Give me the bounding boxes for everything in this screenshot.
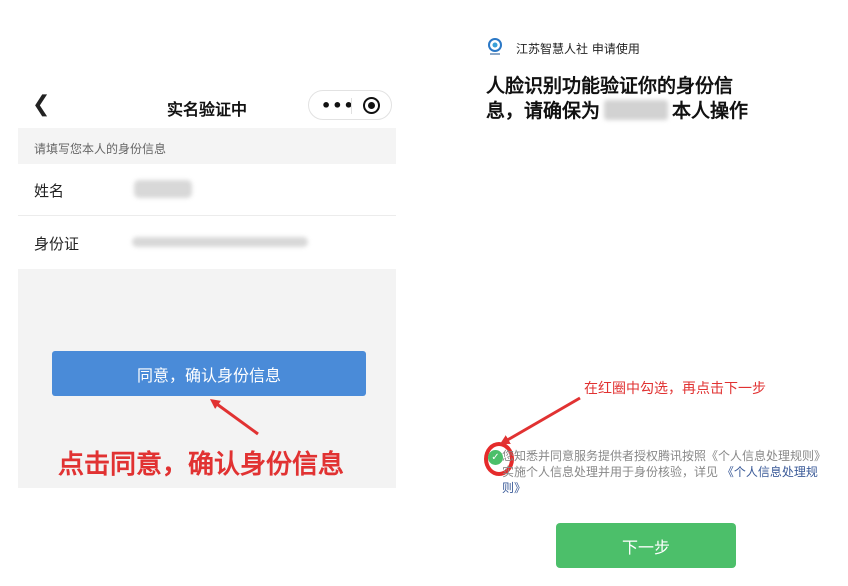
hint-band: 请填写您本人的身份信息 xyxy=(18,128,396,164)
mini-program-capsule: ••• xyxy=(308,90,392,120)
app-logo-icon xyxy=(488,38,502,55)
instruction-caption: 点击同意，确认身份信息 xyxy=(58,450,345,480)
consent-row: ✓ 您知悉并同意服务提供者授权腾讯按照《个人信息处理规则》实施个人信息处理并用于… xyxy=(484,440,824,500)
capsule-divider xyxy=(351,98,352,114)
more-dots-icon[interactable]: ••• xyxy=(321,96,355,115)
title-line-1: 人脸识别功能验证你的身份信 xyxy=(486,75,734,97)
id-field-label: 身份证 xyxy=(34,235,80,253)
name-redacted xyxy=(604,100,669,120)
id-field-row[interactable]: 身份证 xyxy=(18,217,396,269)
screenshot-stage: ❮ 实名验证中 ••• 请填写您本人的身份信息 姓名 身份证 同意，确认身份信息… xyxy=(0,0,848,586)
confirm-identity-button[interactable]: 同意，确认身份信息 xyxy=(52,351,366,396)
title-line-2: 息，请确保为 本人操作 xyxy=(486,99,748,124)
hint-text: 请填写您本人的身份信息 xyxy=(34,142,167,156)
name-field-label: 姓名 xyxy=(34,182,65,200)
consent-text: 您知悉并同意服务提供者授权腾讯按照《个人信息处理规则》实施个人信息处理并用于身份… xyxy=(502,448,824,496)
next-step-button[interactable]: 下一步 xyxy=(556,523,736,568)
consent-checkbox[interactable]: ✓ xyxy=(488,450,503,465)
title-line-2-end: 本人操作 xyxy=(672,100,749,122)
instruction-tip: 在红圈中勾选，再点击下一步 xyxy=(584,381,766,397)
nav-bar: ❮ 实名验证中 ••• xyxy=(18,88,396,128)
name-value-redacted xyxy=(134,180,192,198)
name-field-row[interactable]: 姓名 xyxy=(18,164,396,216)
title-line-2-start: 息，请确保为 xyxy=(486,100,601,122)
app-name: 江苏智慧人社 申请使用 xyxy=(516,42,640,56)
target-close-icon[interactable] xyxy=(363,97,380,114)
id-value-redacted xyxy=(132,237,308,247)
face-verification-title: 人脸识别功能验证你的身份信 息，请确保为 本人操作 xyxy=(486,74,748,124)
real-name-verification-panel: ❮ 实名验证中 ••• 请填写您本人的身份信息 姓名 身份证 同意，确认身份信息… xyxy=(18,72,396,488)
face-verification-panel: 江苏智慧人社 申请使用 人脸识别功能验证你的身份信 息，请确保为 本人操作 在红圈… xyxy=(470,0,848,586)
